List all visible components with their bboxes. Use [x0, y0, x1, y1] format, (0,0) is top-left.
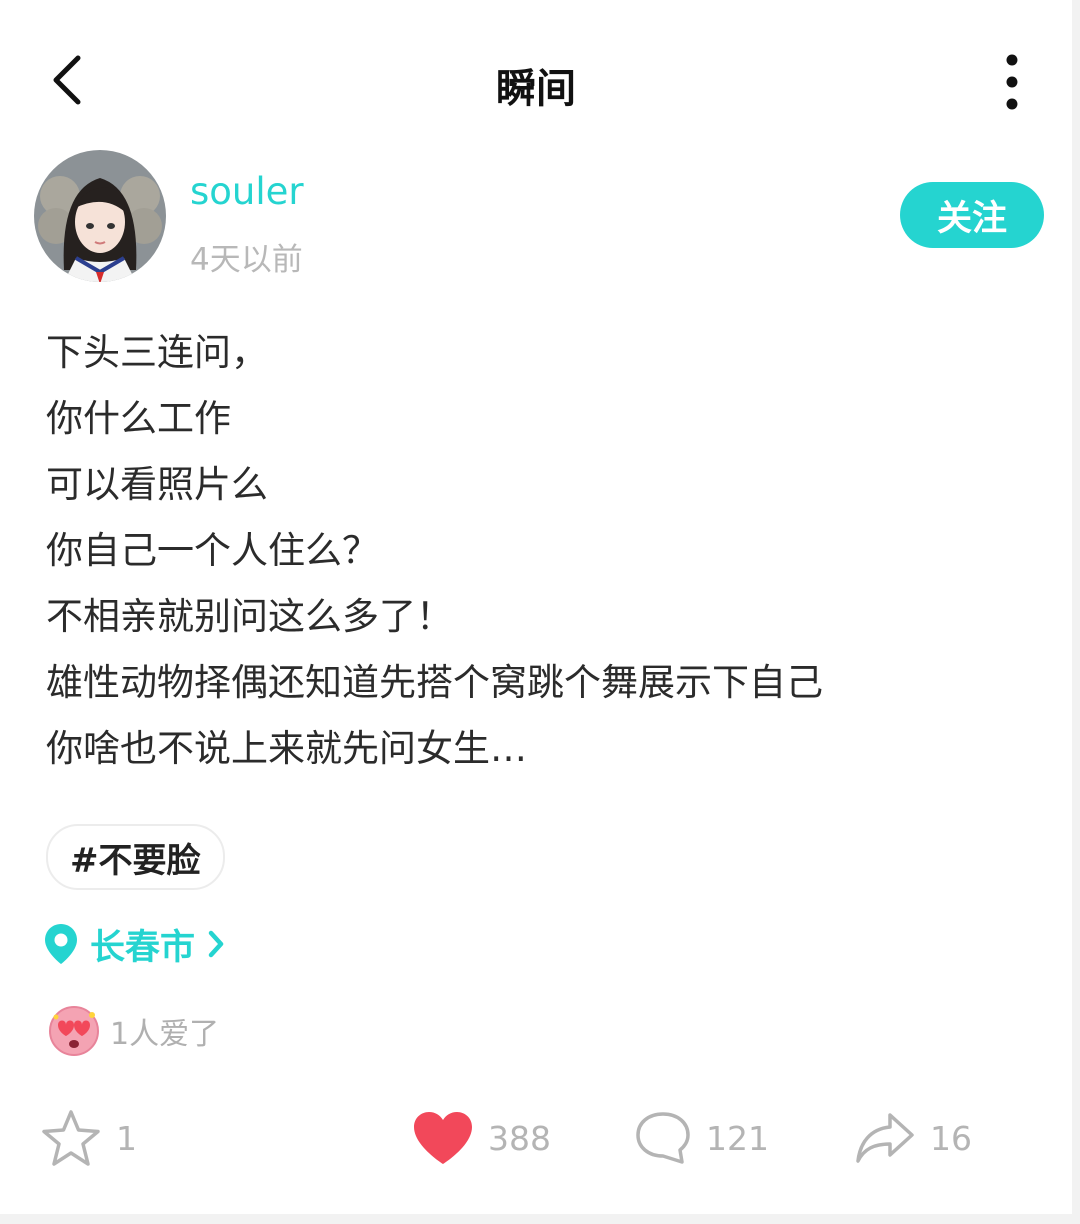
like-button[interactable]: 388 — [412, 1100, 551, 1176]
username[interactable]: souler — [190, 170, 304, 213]
favorite-count: 1 — [116, 1118, 137, 1158]
share-arrow-icon — [856, 1113, 914, 1163]
like-count: 388 — [488, 1118, 551, 1158]
comment-bubble-icon — [636, 1112, 690, 1164]
comment-count: 121 — [706, 1118, 769, 1158]
more-vertical-icon — [1006, 54, 1018, 110]
reaction-summary[interactable]: 1人爱了 — [48, 1004, 219, 1058]
author-row: souler 4天以前 关注 — [34, 150, 1044, 286]
post-line: 下头三连问， — [46, 331, 268, 374]
page-title: 瞬间 — [496, 66, 576, 112]
comment-button[interactable]: 121 — [634, 1100, 769, 1176]
top-bar: 瞬间 — [0, 40, 1072, 124]
more-options-button[interactable] — [992, 52, 1032, 112]
post-time: 4天以前 — [190, 242, 303, 278]
heart-icon — [414, 1112, 472, 1164]
reaction-count-text: 1人爱了 — [110, 1017, 220, 1052]
follow-button[interactable]: 关注 — [900, 182, 1044, 248]
action-bar: 1 388 121 16 — [0, 1100, 1072, 1176]
location-pin-icon — [45, 924, 77, 964]
girl-avatar-icon — [34, 150, 166, 282]
location-label: 长春市 — [90, 927, 196, 968]
topic-tag[interactable]: #不要脸 — [46, 824, 225, 890]
share-count: 16 — [930, 1118, 972, 1158]
post-line: 你啥也不说上来就先问女生… — [46, 727, 527, 770]
post-line: 雄性动物择偶还知道先搭个窝跳个舞展示下自己 — [46, 661, 823, 704]
right-edge-divider — [1072, 0, 1080, 1224]
moment-detail-page: 瞬间 souler 4天以前 关注 下头三连问， 你什么工作 可以看照片么 你自… — [0, 0, 1080, 1224]
location-link[interactable]: 长春市 — [44, 916, 225, 972]
favorite-button[interactable]: 1 — [40, 1100, 137, 1176]
post-line: 你什么工作 — [46, 397, 231, 440]
post-line: 不相亲就别问这么多了！ — [46, 595, 453, 638]
post-content: 下头三连问， 你什么工作 可以看照片么 你自己一个人住么？ 不相亲就别问这么多了… — [46, 320, 1026, 782]
bottom-edge-divider — [0, 1214, 1080, 1224]
post-line: 你自己一个人住么？ — [46, 529, 379, 572]
chevron-right-icon — [208, 930, 224, 958]
avatar[interactable] — [34, 150, 166, 282]
star-icon — [42, 1110, 100, 1166]
post-line: 可以看照片么 — [46, 463, 268, 506]
share-button[interactable]: 16 — [854, 1100, 972, 1176]
heart-eyes-emoji-icon — [49, 1006, 99, 1056]
